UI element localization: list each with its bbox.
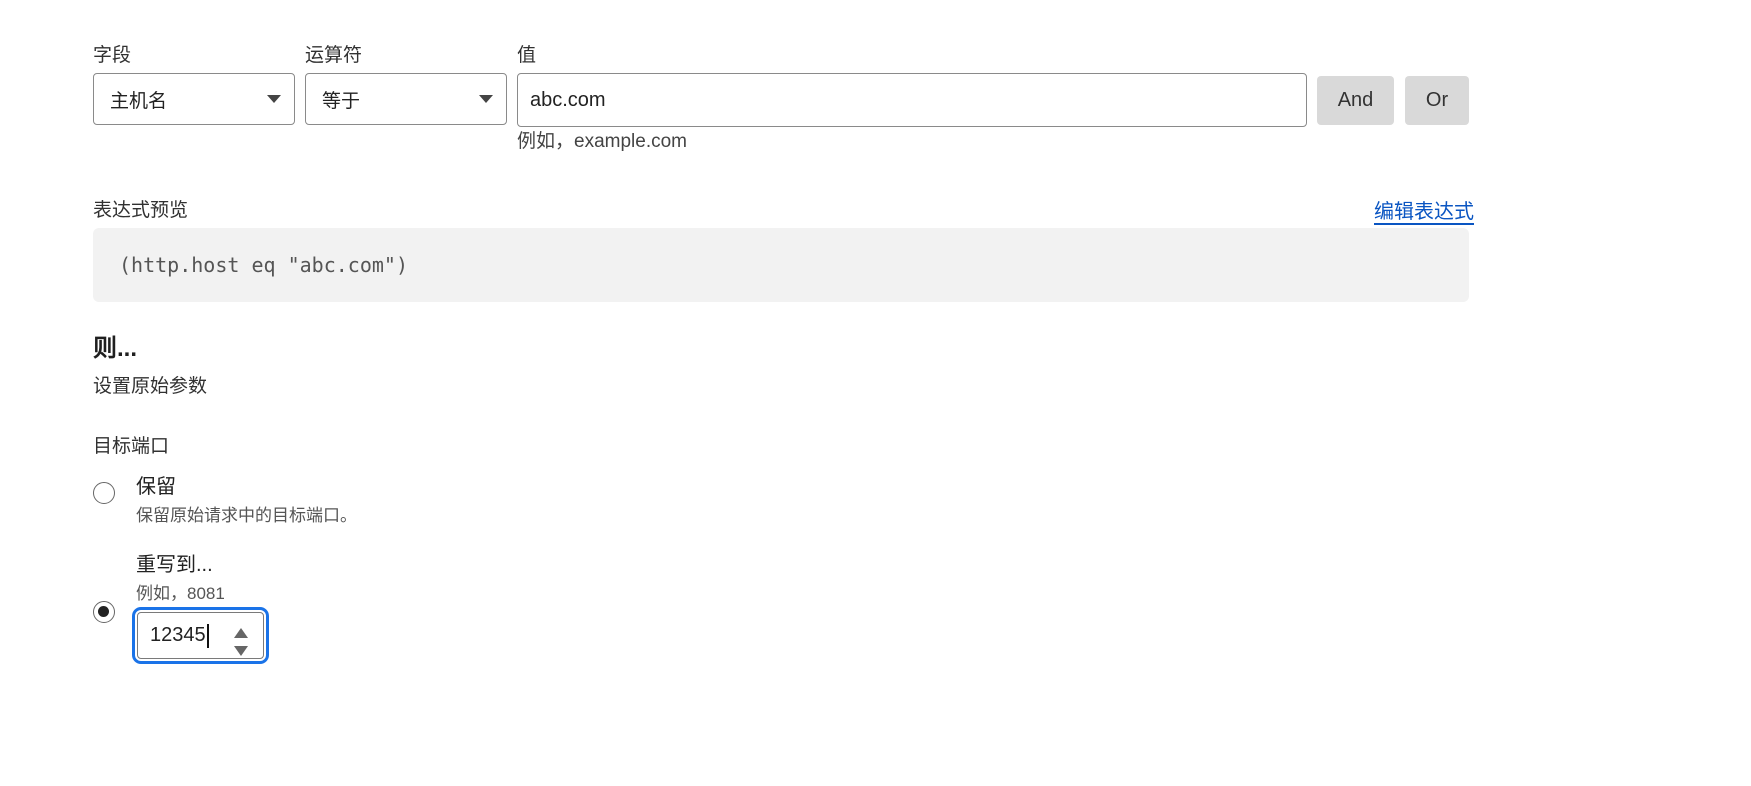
rewrite-option-title: 重写到... [136,554,213,576]
or-button[interactable]: Or [1405,76,1469,125]
chevron-down-icon [267,95,281,103]
expression-code: (http.host eq "abc.com") [119,253,408,277]
rewrite-option-desc: 例如，8081 [136,584,225,603]
expression-preview-box: (http.host eq "abc.com") [93,228,1469,302]
spinner-down-icon[interactable] [234,646,248,656]
preserve-option-title: 保留 [136,476,176,498]
operator-select[interactable]: 等于 [305,73,507,125]
port-number-input[interactable]: 12345 [137,612,264,659]
port-input-value: 12345 [150,624,206,646]
destination-port-label: 目标端口 [93,436,170,457]
preserve-radio[interactable] [93,482,115,504]
field-select[interactable]: 主机名 [93,73,295,125]
chevron-down-icon [479,95,493,103]
spinner-up-icon[interactable] [234,628,248,638]
preserve-option-desc: 保留原始请求中的目标端口。 [136,506,357,525]
then-heading: 则... [93,335,138,362]
rewrite-radio[interactable] [93,601,115,623]
value-label: 值 [517,45,537,66]
then-action: 设置原始参数 [93,376,208,397]
text-cursor [206,623,209,648]
value-input-text: abc.com [530,88,606,111]
operator-label: 运算符 [305,45,363,66]
value-input[interactable]: abc.com [517,73,1307,127]
field-select-value: 主机名 [110,90,168,112]
spinner-icon[interactable] [234,628,248,656]
edit-expression-link[interactable]: 编辑表达式 [1374,195,1474,224]
field-label: 字段 [93,45,132,66]
expression-preview-label: 表达式预览 [93,200,189,221]
value-hint: 例如，example.com [517,131,687,152]
operator-select-value: 等于 [322,90,361,112]
and-button[interactable]: And [1317,76,1394,125]
